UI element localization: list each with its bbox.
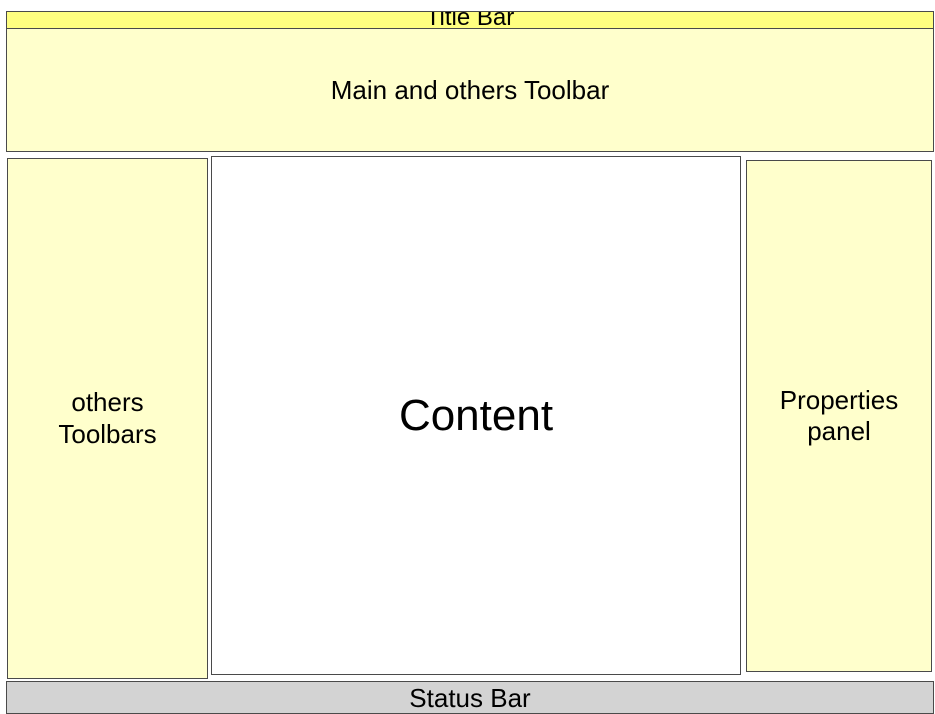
status-bar-region: Status Bar <box>6 681 934 714</box>
properties-panel-label: Properties panel <box>779 384 899 446</box>
main-toolbar-label: Main and others Toolbar <box>330 74 610 105</box>
title-bar-region: Title Bar <box>6 11 934 29</box>
left-toolbars-label: others Toolbars <box>58 387 157 449</box>
main-toolbar-region: Main and others Toolbar <box>6 28 934 152</box>
status-bar-label: Status Bar <box>409 683 531 713</box>
left-toolbars-region: others Toolbars <box>7 158 208 679</box>
content-region: Content <box>211 156 741 675</box>
properties-panel-region: Properties panel <box>746 160 932 672</box>
title-bar-label: Title Bar <box>425 11 515 29</box>
content-label: Content <box>398 390 554 440</box>
layout-diagram: Title Bar Main and others Toolbar others… <box>0 0 935 714</box>
